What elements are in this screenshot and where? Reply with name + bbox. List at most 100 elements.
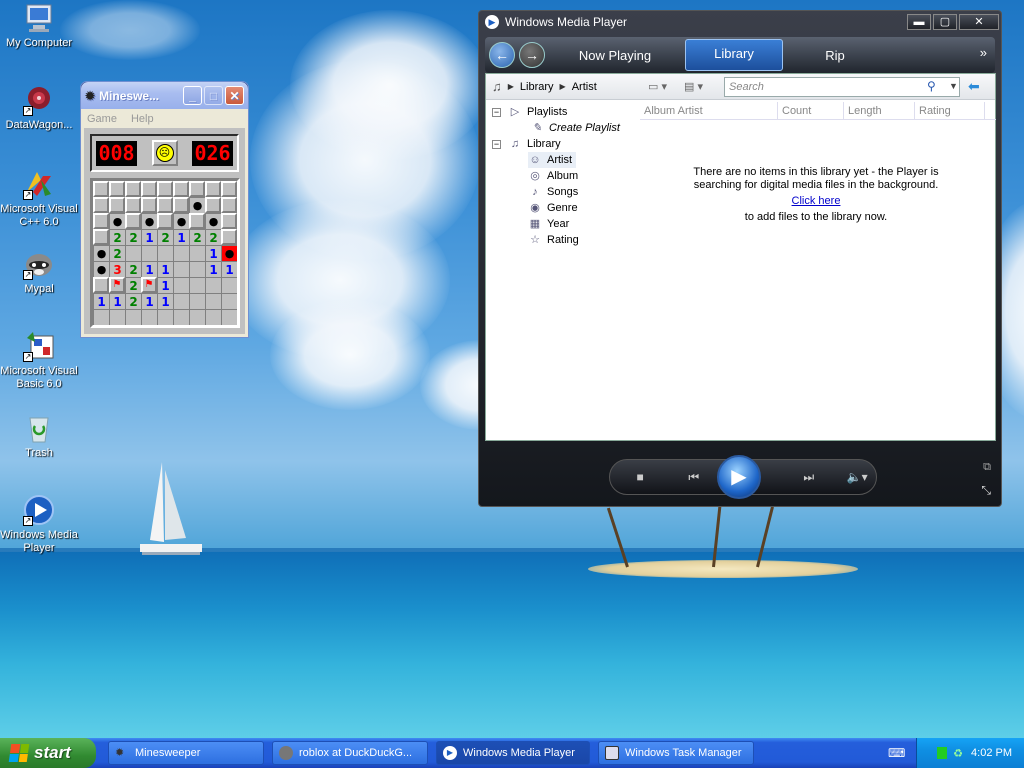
mine-cell[interactable]: 2 — [109, 229, 125, 245]
mine-cell[interactable]: 2 — [125, 261, 141, 277]
back-button[interactable]: ← — [489, 42, 515, 68]
mine-cell[interactable] — [221, 181, 237, 197]
mine-cell[interactable] — [173, 309, 189, 325]
mine-cell[interactable] — [141, 309, 157, 325]
tree-create-playlist[interactable]: ✎ Create Playlist — [530, 120, 620, 136]
tree-songs[interactable]: ♪ Songs — [528, 184, 578, 200]
mine-cell[interactable] — [173, 197, 189, 213]
taskbar-button-task-manager[interactable]: Windows Task Manager — [598, 741, 754, 765]
mine-icon[interactable]: ● — [205, 213, 221, 229]
tab-rip[interactable]: Rip — [783, 48, 887, 63]
search-input[interactable]: Search — [724, 77, 960, 97]
mine-cell[interactable]: 2 — [189, 229, 205, 245]
desktop-icon-my-computer[interactable]: My Computer — [0, 2, 78, 50]
mine-cell[interactable]: 1 — [109, 293, 125, 309]
mine-cell[interactable] — [157, 309, 173, 325]
mine-icon[interactable]: ● — [189, 197, 205, 213]
tab-library[interactable]: Library — [685, 39, 783, 71]
mine-cell[interactable]: 1 — [157, 277, 173, 293]
mine-cell[interactable] — [109, 309, 125, 325]
recycle-tray-icon[interactable]: ♻ — [953, 747, 963, 760]
more-tabs-chevron-icon[interactable]: » — [980, 45, 987, 60]
mine-cell[interactable]: 2 — [125, 229, 141, 245]
mine-cell[interactable] — [109, 181, 125, 197]
tree-library[interactable]: − ♫ Library — [492, 136, 561, 152]
mine-cell[interactable] — [93, 181, 109, 197]
mine-cell[interactable] — [205, 197, 221, 213]
mine-cell[interactable]: 1 — [173, 229, 189, 245]
column-rating[interactable]: Rating — [915, 102, 985, 119]
mine-cell[interactable] — [173, 245, 189, 261]
mine-cell[interactable] — [189, 213, 205, 229]
mine-cell[interactable] — [221, 293, 237, 309]
mine-cell[interactable]: 2 — [109, 245, 125, 261]
mine-cell[interactable] — [141, 245, 157, 261]
mine-cell[interactable] — [221, 229, 237, 245]
mine-cell[interactable] — [93, 309, 109, 325]
column-count[interactable]: Count — [778, 102, 844, 119]
mine-icon[interactable]: ● — [93, 245, 109, 261]
mine-icon[interactable]: ● — [109, 213, 125, 229]
minesweeper-titlebar[interactable]: ✹ Mineswe... _ □ ✕ — [81, 82, 248, 109]
maximize-button[interactable]: □ — [204, 86, 223, 105]
previous-icon[interactable]: ⏮ — [670, 470, 717, 485]
mine-cell[interactable] — [173, 293, 189, 309]
flag-icon[interactable]: ⚑ — [109, 277, 125, 293]
mine-cell[interactable] — [205, 309, 221, 325]
wmp-titlebar[interactable]: ▶ Windows Media Player ▬ ▢ ✕ — [479, 11, 1001, 33]
keyboard-icon[interactable]: ⌨ — [888, 746, 905, 760]
mine-cell[interactable]: 1 — [141, 293, 157, 309]
next-icon[interactable]: ⏭ — [785, 470, 832, 485]
forward-button[interactable]: → — [519, 42, 545, 68]
mine-cell[interactable] — [141, 197, 157, 213]
mine-cell[interactable] — [205, 277, 221, 293]
mine-cell[interactable]: 2 — [125, 277, 141, 293]
search-icon[interactable]: ⚲ — [927, 79, 936, 93]
reset-face-button[interactable]: ☹ — [151, 140, 178, 166]
mine-cell[interactable] — [157, 245, 173, 261]
minimize-button[interactable]: _ — [183, 86, 202, 105]
resize-grip-icon[interactable]: ⤡ — [981, 483, 991, 498]
flag-icon[interactable]: ⚑ — [141, 277, 157, 293]
mine-cell[interactable]: 3 — [109, 261, 125, 277]
mine-cell[interactable]: 2 — [125, 293, 141, 309]
switch-to-compact-icon[interactable]: ⧉ — [983, 461, 991, 474]
mine-cell[interactable] — [189, 181, 205, 197]
layout-options-icon[interactable]: ▭ ▾ — [648, 80, 667, 93]
mine-icon[interactable]: ● — [173, 213, 189, 229]
mine-cell[interactable] — [125, 197, 141, 213]
mine-cell[interactable]: 2 — [205, 229, 221, 245]
desktop-icon-visual-basic[interactable]: ↗ Microsoft Visual Basic 6.0 — [0, 330, 78, 391]
close-button[interactable]: ✕ — [225, 86, 244, 105]
mine-cell[interactable] — [221, 197, 237, 213]
collapse-icon[interactable]: − — [492, 107, 501, 117]
column-length[interactable]: Length — [844, 102, 915, 119]
mine-cell[interactable]: 1 — [157, 261, 173, 277]
mine-cell[interactable] — [93, 229, 109, 245]
mine-cell[interactable] — [125, 309, 141, 325]
mine-cell[interactable]: 1 — [205, 261, 221, 277]
mine-cell[interactable]: 1 — [157, 293, 173, 309]
mine-cell[interactable] — [93, 277, 109, 293]
breadcrumb-artist[interactable]: Artist — [572, 81, 597, 93]
view-options-icon[interactable]: ▤ ▾ — [684, 80, 703, 93]
mine-cell[interactable] — [173, 261, 189, 277]
tree-artist[interactable]: ☺ Artist — [528, 152, 577, 168]
mine-cell[interactable] — [189, 261, 205, 277]
mine-cell[interactable] — [157, 213, 173, 229]
tree-rating[interactable]: ☆ Rating — [528, 232, 579, 248]
mine-cell[interactable]: 1 — [141, 229, 157, 245]
tree-album[interactable]: ◎ Album — [528, 168, 578, 184]
mine-cell[interactable] — [141, 181, 157, 197]
breadcrumb-library[interactable]: Library — [520, 81, 554, 93]
search-dropdown-icon[interactable]: ▼ — [949, 81, 958, 91]
mine-cell[interactable] — [93, 197, 109, 213]
mine-cell[interactable] — [221, 213, 237, 229]
mine-cell[interactable]: 1 — [221, 261, 237, 277]
back-arrow-icon[interactable]: ⬅ — [968, 78, 980, 95]
mine-cell[interactable] — [109, 197, 125, 213]
mine-cell[interactable] — [189, 277, 205, 293]
desktop-icon-datawagon[interactable]: ↗ DataWagon... — [0, 84, 78, 132]
taskbar-button-minesweeper[interactable]: ✹ Minesweeper — [108, 741, 264, 765]
mine-cell[interactable] — [157, 197, 173, 213]
